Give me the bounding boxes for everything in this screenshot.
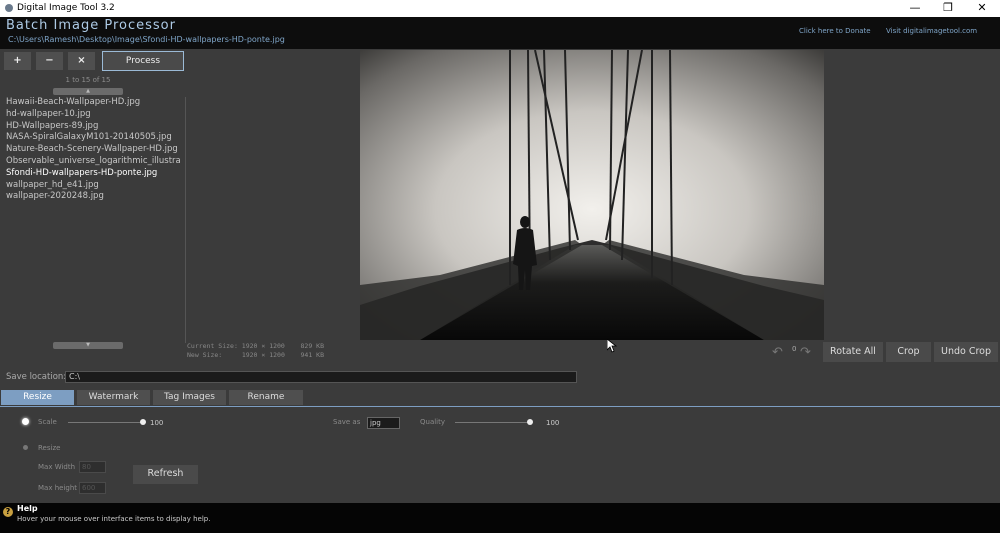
refresh-button[interactable]: Refresh [133, 465, 198, 484]
file-list-item[interactable]: hd-wallpaper-10.jpg [4, 109, 185, 121]
size-info: Current Size: 1920 × 1200 829 KB New Siz… [187, 342, 324, 359]
add-files-button[interactable]: + [4, 52, 31, 70]
save-location-label: Save location: [6, 372, 67, 382]
save-as-label: Save as [333, 418, 361, 426]
file-list-item[interactable]: HD-Wallpapers-89.jpg [4, 121, 185, 133]
window-title: Digital Image Tool 3.2 [17, 3, 115, 13]
quality-value: 100 [546, 419, 560, 427]
scroll-down-button[interactable]: ▼ [53, 342, 123, 349]
quality-label: Quality [420, 418, 446, 426]
file-list-item[interactable]: wallpaper_hd_e41.jpg [4, 180, 185, 192]
scale-value: 100 [150, 419, 164, 427]
file-list-item[interactable]: NASA-SpiralGalaxyM101-20140505.jpg [4, 132, 185, 144]
resize-radio[interactable] [23, 445, 28, 450]
website-link[interactable]: Visit digitalimagetool.com [886, 27, 977, 35]
remove-file-button[interactable]: − [36, 52, 63, 70]
rotate-all-button[interactable]: Rotate All [823, 342, 883, 362]
maximize-button[interactable]: ❐ [931, 0, 965, 17]
scale-slider-knob[interactable] [140, 419, 146, 425]
tab-rename[interactable]: Rename [229, 390, 303, 405]
help-title: Help [17, 504, 38, 513]
max-width-input[interactable]: 80 [79, 461, 106, 473]
max-width-label: Max Width [38, 463, 76, 471]
resize-label: Resize [38, 444, 61, 452]
donate-link[interactable]: Click here to Donate [799, 27, 871, 35]
file-list-item[interactable]: wallpaper-2020248.jpg [4, 191, 185, 203]
scale-label: Scale [38, 418, 57, 426]
tab-underline [0, 406, 1000, 407]
help-icon: ? [3, 507, 13, 517]
current-size-label: Current Size: [187, 342, 238, 350]
process-button[interactable]: Process [102, 51, 184, 71]
title-bar: Digital Image Tool 3.2 — ❐ ✕ [0, 0, 1000, 17]
tab-watermark[interactable]: Watermark [77, 390, 150, 405]
file-list-item[interactable]: Sfondi-HD-wallpapers-HD-ponte.jpg [4, 168, 185, 180]
image-preview[interactable] [360, 50, 824, 340]
undo-crop-button[interactable]: Undo Crop [934, 342, 998, 362]
file-count: 1 to 15 of 15 [65, 76, 111, 84]
quality-slider-knob[interactable] [527, 419, 533, 425]
clear-files-button[interactable]: × [68, 52, 95, 70]
max-height-label: Max height [38, 484, 78, 492]
rotation-count: 0 [792, 345, 797, 353]
rotate-left-icon[interactable]: ↶ [772, 345, 783, 360]
file-list-item[interactable]: Observable_universe_logarithmic_illustra [4, 156, 185, 168]
file-list[interactable]: Hawaii-Beach-Wallpaper-HD.jpg hd-wallpape… [4, 97, 186, 343]
current-kb: 829 KB [300, 342, 324, 350]
save-as-input[interactable]: jpg [367, 417, 400, 429]
app-title: Batch Image Processor [6, 18, 176, 33]
help-bar: ? Help Hover your mouse over interface i… [0, 503, 1000, 533]
current-dims: 1920 × 1200 [241, 342, 285, 350]
scale-radio[interactable] [22, 418, 29, 425]
tab-resize[interactable]: Resize [1, 390, 74, 405]
help-text: Hover your mouse over interface items to… [17, 515, 211, 523]
new-kb: 941 KB [300, 350, 324, 359]
max-height-input[interactable]: 600 [79, 482, 106, 494]
tab-tag-images[interactable]: Tag Images [153, 390, 226, 405]
mouse-cursor-icon [607, 339, 617, 353]
minimize-button[interactable]: — [898, 0, 932, 17]
file-list-item[interactable]: Nature-Beach-Scenery-Wallpaper-HD.jpg [4, 144, 185, 156]
scale-slider[interactable] [68, 422, 143, 423]
quality-slider[interactable] [455, 422, 530, 423]
current-file-path: C:\Users\Ramesh\Desktop\Image\Sfondi-HD-… [8, 35, 285, 44]
close-button[interactable]: ✕ [965, 0, 999, 17]
new-dims: 1920 × 1200 [241, 350, 285, 359]
app-header: Batch Image Processor C:\Users\Ramesh\De… [0, 17, 1000, 49]
save-location-input[interactable]: C:\ [65, 371, 577, 383]
app-icon [5, 4, 13, 12]
file-list-item[interactable]: Hawaii-Beach-Wallpaper-HD.jpg [4, 97, 185, 109]
scroll-up-button[interactable]: ▲ [53, 88, 123, 95]
file-panel: + − × Process 1 to 15 of 15 ▲ Hawaii-Bea… [0, 49, 188, 349]
crop-button[interactable]: Crop [886, 342, 931, 362]
rotate-right-icon[interactable]: ↷ [800, 345, 811, 360]
new-size-label: New Size: [187, 350, 223, 359]
